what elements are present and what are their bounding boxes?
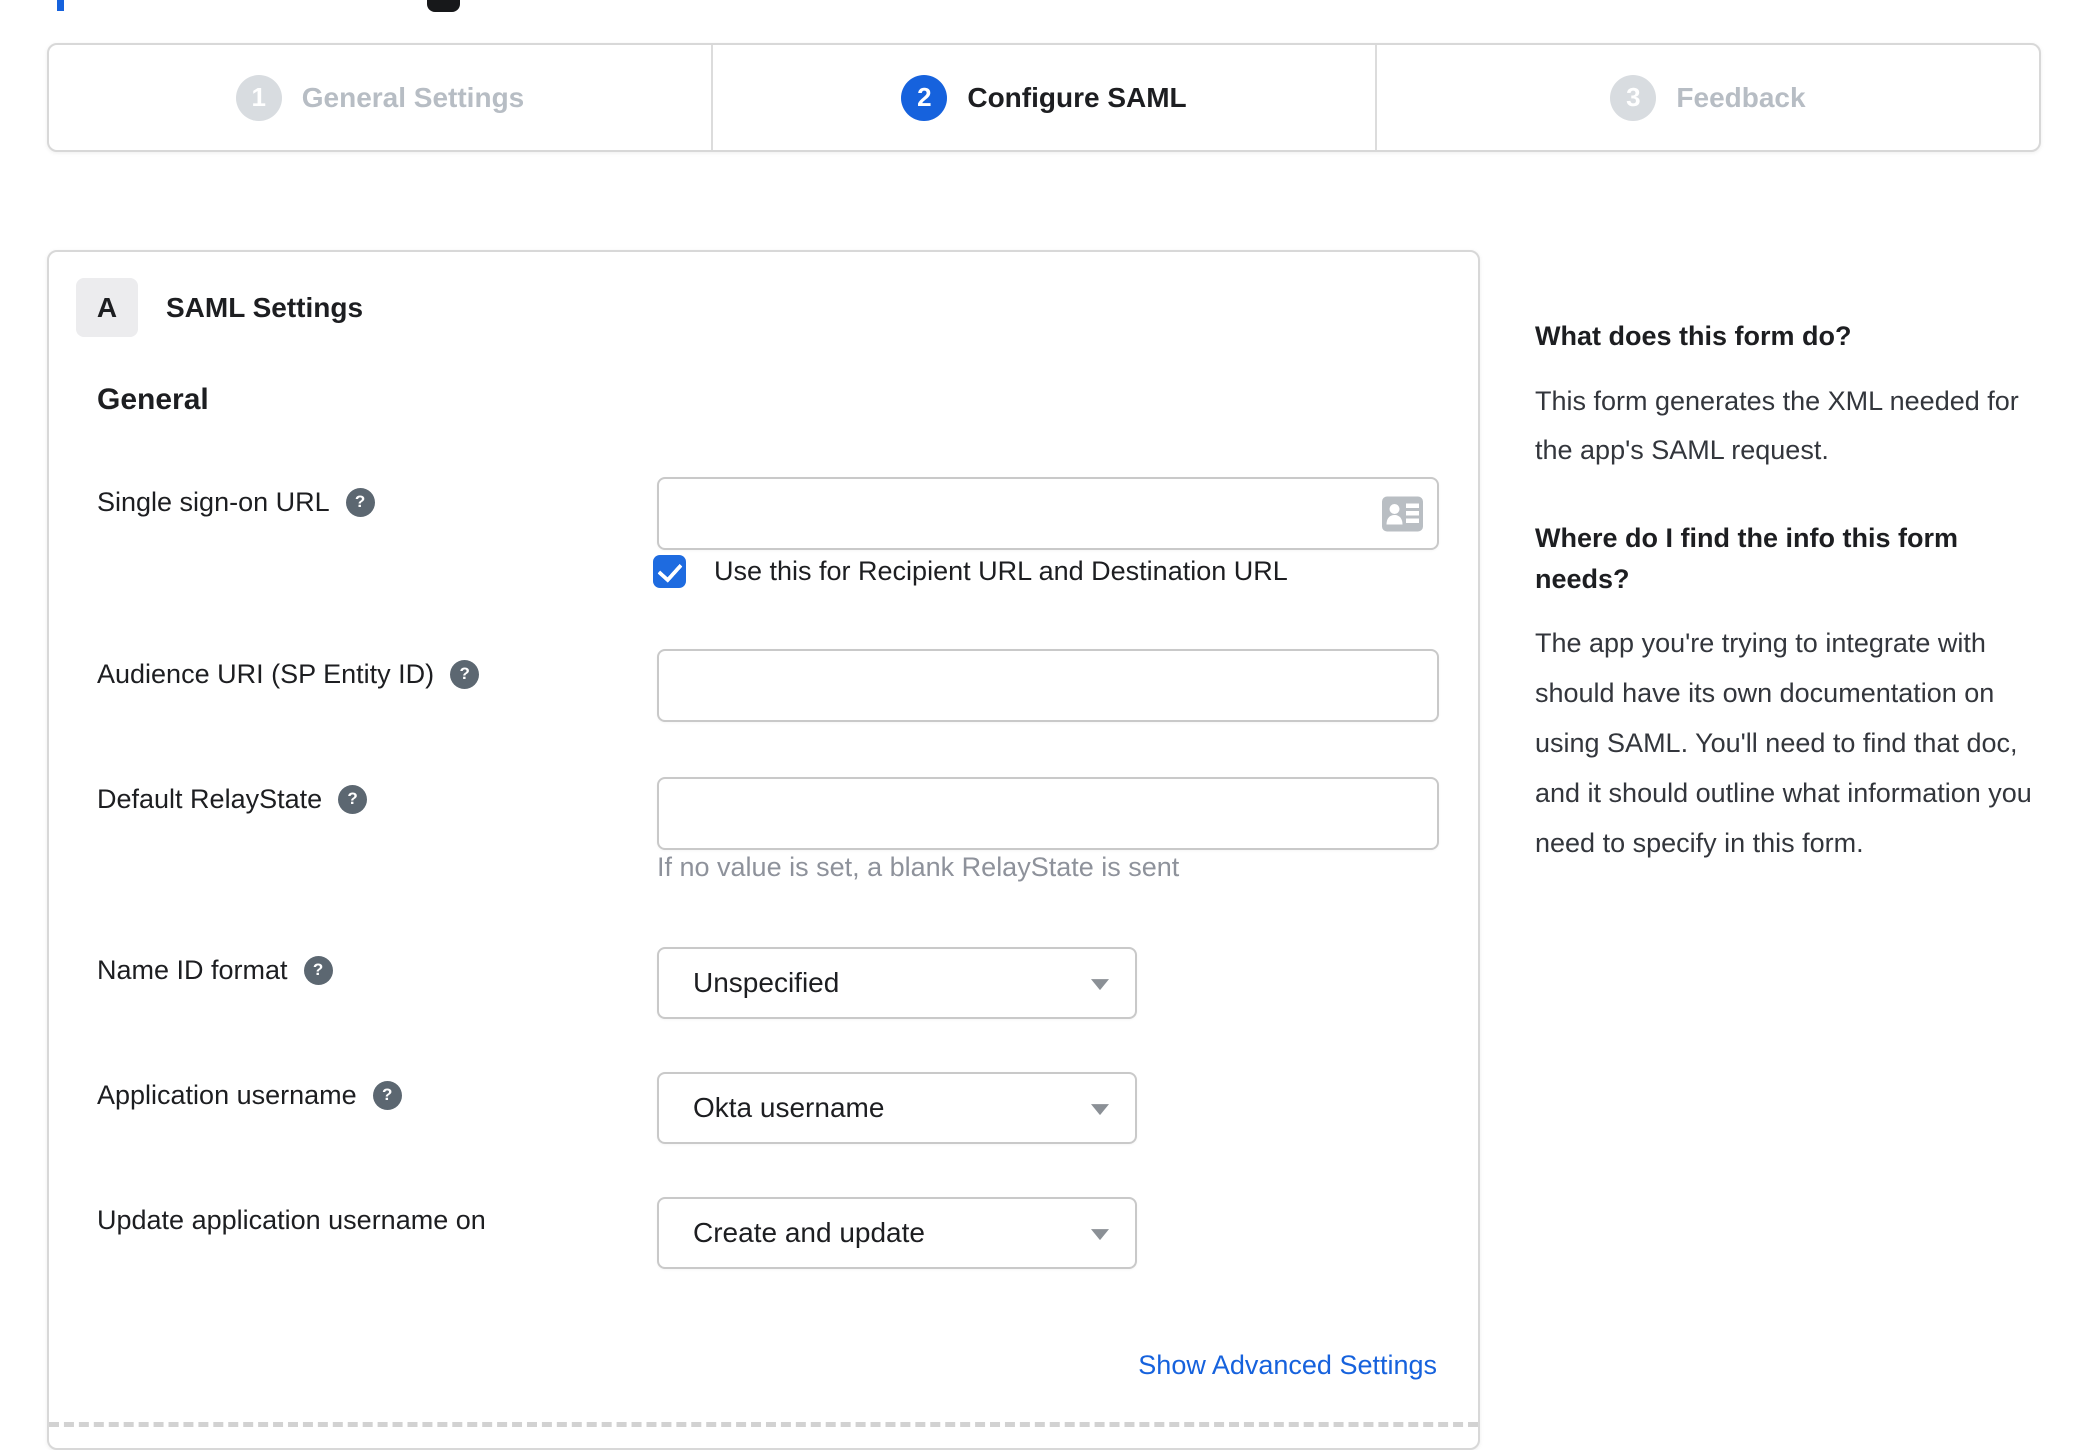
chevron-down-icon	[1091, 1229, 1109, 1241]
sso-url-label-text: Single sign-on URL	[97, 487, 330, 517]
help-answer-2: The app you're trying to integrate with …	[1535, 628, 2032, 859]
sso-url-help-icon[interactable]: ?	[345, 487, 375, 517]
app-username-value: Okta username	[693, 1092, 885, 1123]
chevron-down-icon	[1091, 979, 1109, 991]
wizard-stepper: 1 General Settings 2 Configure SAML 3 Fe…	[47, 43, 2041, 152]
clipped-page-title-remnant	[57, 0, 64, 11]
relaystate-hint: If no value is set, a blank RelayState i…	[657, 852, 1180, 882]
help-question-2: Where do I find the info this form needs…	[1535, 523, 1958, 594]
audience-uri-label: Audience URI (SP Entity ID) ?	[97, 656, 480, 692]
audience-uri-help-icon[interactable]: ?	[450, 659, 480, 689]
step-3-number-icon: 3	[1610, 74, 1657, 121]
section-a-badge: A	[76, 278, 138, 337]
step-1-number-icon: 1	[235, 74, 282, 121]
nameid-format-value: Unspecified	[693, 967, 840, 998]
help-panel: What does this form do? This form genera…	[1535, 316, 2040, 911]
relaystate-help-icon[interactable]: ?	[338, 784, 368, 814]
contact-card-icon	[1382, 496, 1423, 531]
update-username-label-text: Update application username on	[97, 1205, 486, 1235]
nameid-format-label: Name ID format ?	[97, 952, 333, 988]
update-username-value: Create and update	[693, 1217, 925, 1248]
section-dashed-divider	[49, 1422, 1478, 1427]
app-username-help-icon[interactable]: ?	[372, 1080, 402, 1110]
step-3-label: Feedback	[1676, 81, 1806, 113]
relaystate-label-text: Default RelayState	[97, 784, 323, 814]
chevron-down-icon	[1091, 1104, 1109, 1116]
group-title-general: General	[97, 383, 209, 416]
app-username-select[interactable]: Okta username	[657, 1072, 1137, 1144]
step-1-label: General Settings	[301, 81, 525, 113]
sso-url-input[interactable]	[657, 477, 1439, 550]
use-for-recipient-checkbox-label: Use this for Recipient URL and Destinati…	[714, 556, 1288, 586]
help-answer-1: This form generates the XML needed for t…	[1535, 385, 2019, 466]
update-username-label: Update application username on	[97, 1202, 486, 1238]
saml-settings-card: A SAML Settings General Single sign-on U…	[47, 250, 1480, 1450]
step-2-number-icon: 2	[901, 74, 948, 121]
step-feedback[interactable]: 3 Feedback	[1375, 45, 2039, 150]
step-2-label: Configure SAML	[967, 81, 1187, 113]
nameid-format-select[interactable]: Unspecified	[657, 947, 1137, 1019]
sso-url-label: Single sign-on URL ?	[97, 484, 375, 520]
step-configure-saml[interactable]: 2 Configure SAML	[711, 45, 1375, 150]
relaystate-input[interactable]	[657, 777, 1439, 850]
update-username-select[interactable]: Create and update	[657, 1197, 1137, 1269]
app-username-label-text: Application username	[97, 1080, 357, 1110]
clipped-icon-remnant	[427, 0, 460, 12]
relaystate-label: Default RelayState ?	[97, 781, 368, 817]
sso-url-input-wrap	[657, 477, 1439, 550]
audience-uri-input[interactable]	[657, 649, 1439, 722]
app-username-label: Application username ?	[97, 1077, 402, 1113]
show-advanced-settings-link[interactable]: Show Advanced Settings	[1138, 1350, 1437, 1381]
section-title: SAML Settings	[166, 291, 364, 323]
step-general-settings[interactable]: 1 General Settings	[49, 45, 711, 150]
use-for-recipient-checkbox[interactable]	[653, 555, 686, 588]
nameid-format-help-icon[interactable]: ?	[303, 955, 333, 985]
audience-uri-label-text: Audience URI (SP Entity ID)	[97, 659, 435, 689]
help-question-1: What does this form do?	[1535, 321, 1852, 351]
nameid-format-label-text: Name ID format	[97, 955, 288, 985]
